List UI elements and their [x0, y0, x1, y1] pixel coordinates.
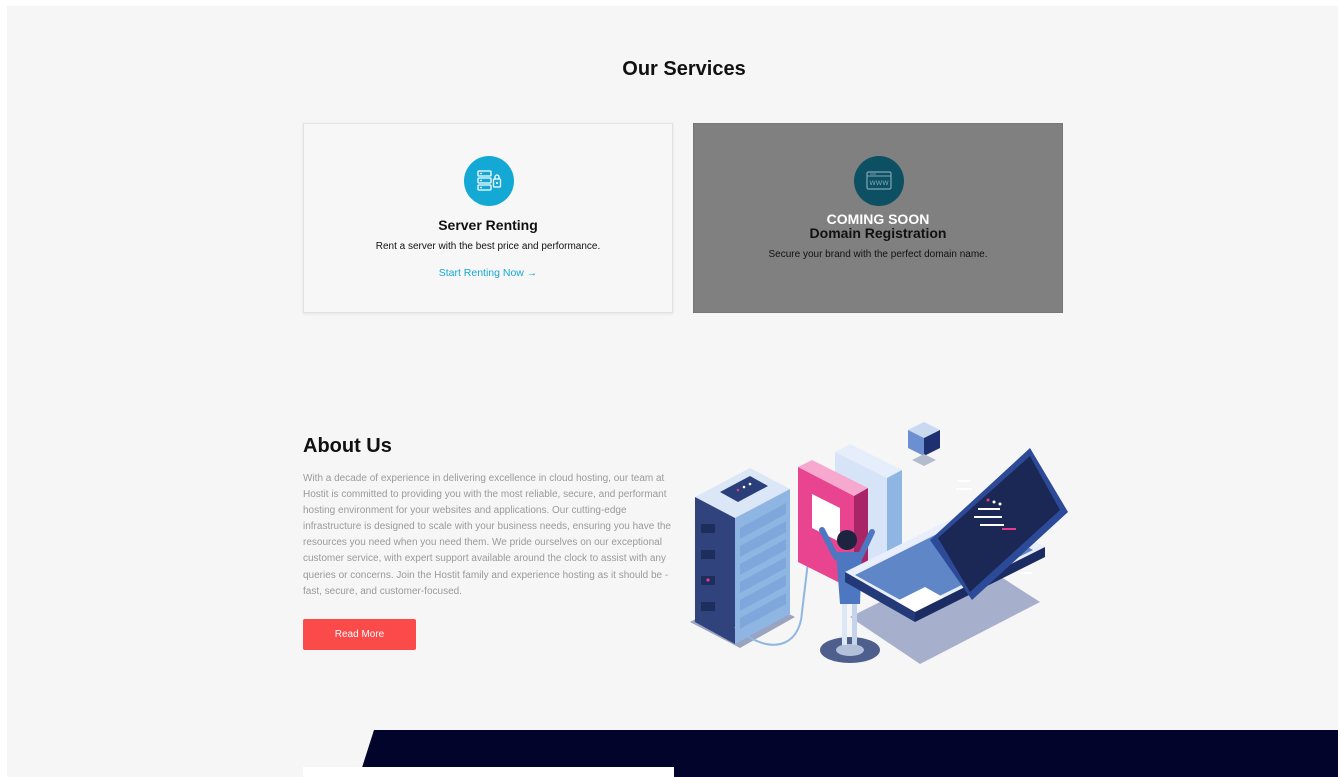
services-title: Our Services	[622, 58, 746, 80]
about-text: With a decade of experience in deliverin…	[303, 473, 671, 597]
card-title: Domain Registration	[809, 225, 947, 241]
service-card-server-renting: Server Renting Rent a server with the be…	[303, 123, 673, 313]
www-icon: WWW	[854, 156, 904, 206]
service-card-domain-registration: WWW COMING SOON Domain Registration Secu…	[693, 123, 1063, 313]
page: Our Services Server Renting Rent a serve…	[7, 6, 1338, 777]
svg-text:WWW: WWW	[869, 179, 889, 187]
start-renting-link[interactable]: Start Renting Now →	[304, 267, 672, 279]
footer-card	[303, 767, 674, 777]
card-description: Secure your brand with the perfect domai…	[768, 249, 988, 260]
server-icon	[464, 156, 514, 206]
about-title: About Us	[303, 435, 392, 457]
card-title: Server Renting	[438, 217, 538, 233]
card-description: Rent a server with the best price and pe…	[375, 241, 601, 252]
read-more-button[interactable]: Read More	[303, 619, 416, 650]
server-laptop-illustration	[690, 422, 1068, 664]
